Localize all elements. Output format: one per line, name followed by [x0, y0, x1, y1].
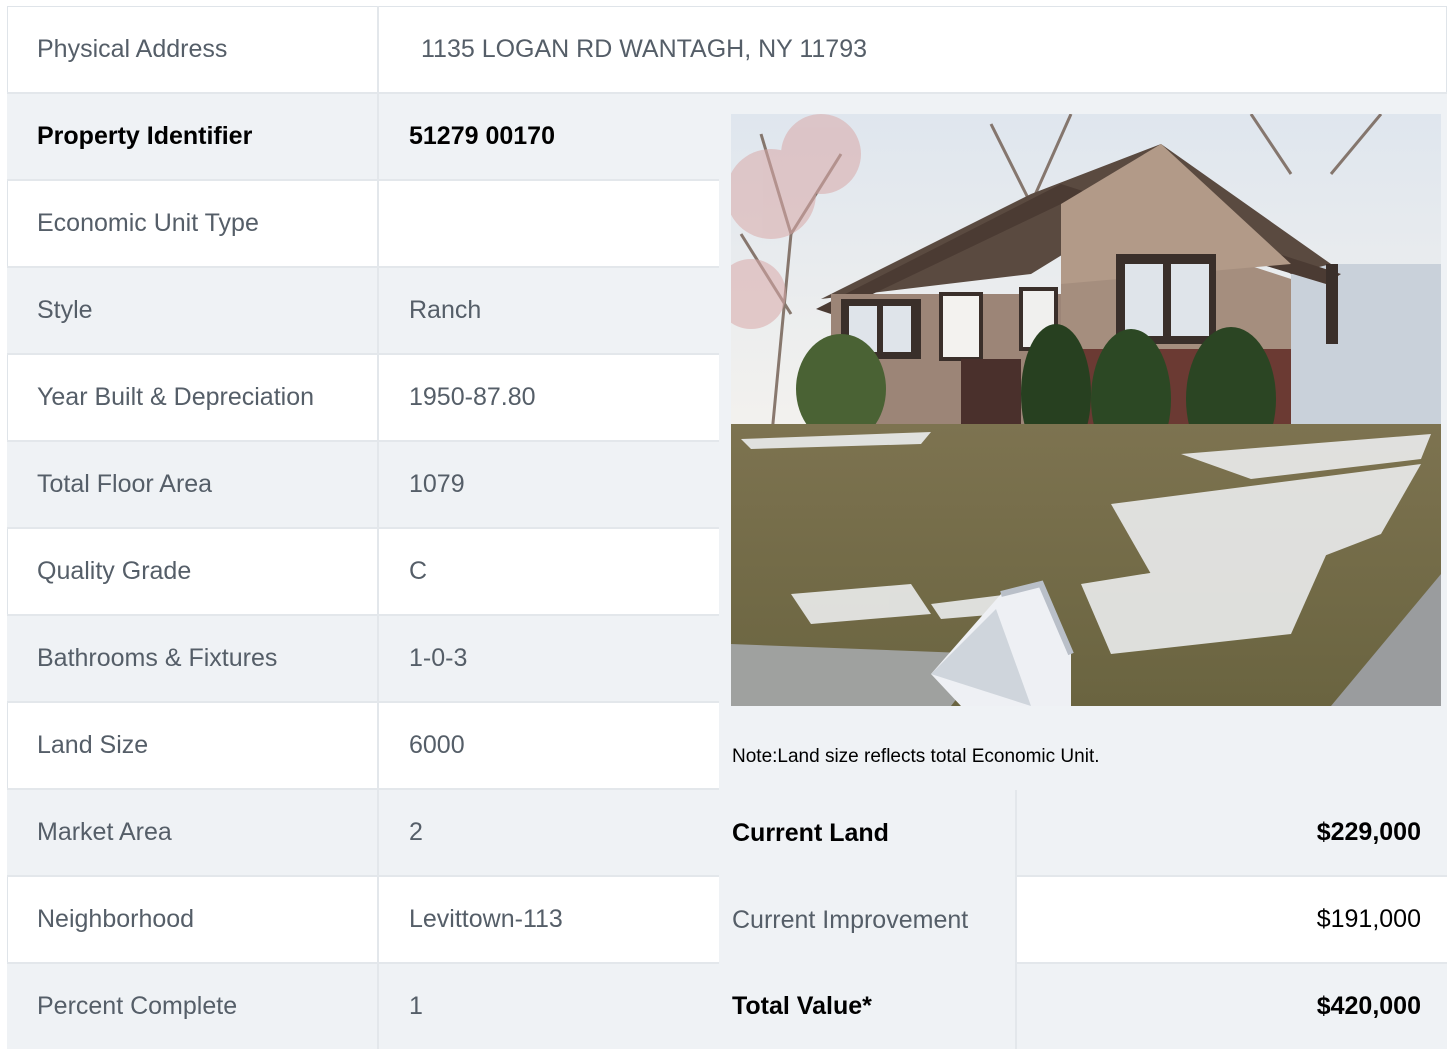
detail-value	[377, 181, 719, 266]
detail-row-neighborhood: Neighborhood Levittown-113	[7, 877, 719, 964]
detail-value: Levittown-113	[377, 877, 719, 962]
detail-label: Quality Grade	[37, 557, 192, 585]
detail-value: C	[377, 529, 719, 614]
value-label: Current Land	[732, 819, 889, 847]
address-row: Physical Address 1135 LOGAN RD WANTAGH, …	[7, 6, 1447, 94]
house-photo	[731, 114, 1441, 706]
detail-label: Bathrooms & Fixtures	[37, 644, 278, 672]
land-size-note: Note:Land size reflects total Economic U…	[732, 746, 1100, 767]
detail-label: Market Area	[37, 818, 172, 846]
detail-row-percent-complete: Percent Complete 1	[7, 964, 719, 1049]
value-label: Current Improvement	[732, 906, 969, 934]
detail-row-quality-grade: Quality Grade C	[7, 529, 719, 616]
detail-label: Total Floor Area	[37, 470, 213, 498]
detail-value: 51279 00170	[377, 94, 719, 179]
value-row-current-land: Current Land $229,000	[719, 790, 1447, 877]
detail-value: 1079	[377, 442, 719, 527]
detail-value: Ranch	[377, 268, 719, 353]
detail-label: Percent Complete	[37, 992, 238, 1020]
detail-value: 1	[377, 964, 719, 1049]
detail-label: Neighborhood	[37, 905, 195, 933]
value-row-total-value: Total Value* $420,000	[719, 964, 1447, 1049]
detail-value: 1-0-3	[377, 616, 719, 701]
detail-row-market-area: Market Area 2	[7, 790, 719, 877]
address-value: 1135 LOGAN RD WANTAGH, NY 11793	[377, 6, 1447, 92]
value-row-current-improvement: Current Improvement $191,000	[719, 877, 1447, 964]
value-amount: $191,000	[1015, 877, 1447, 964]
detail-value: 6000	[377, 703, 719, 788]
address-label: Physical Address	[37, 34, 228, 63]
detail-value: 1950-87.80	[377, 355, 719, 440]
detail-label: Year Built & Depreciation	[37, 383, 315, 411]
detail-label: Property Identifier	[37, 122, 253, 150]
detail-row-bathrooms: Bathrooms & Fixtures 1-0-3	[7, 616, 719, 703]
detail-row-economic-unit-type: Economic Unit Type	[7, 181, 719, 268]
detail-value: 2	[377, 790, 719, 875]
value-amount: $420,000	[1015, 964, 1447, 1049]
detail-row-style: Style Ranch	[7, 268, 719, 355]
detail-row-year-built: Year Built & Depreciation 1950-87.80	[7, 355, 719, 442]
detail-label: Land Size	[37, 731, 149, 759]
detail-label: Style	[37, 296, 93, 324]
detail-row-land-size: Land Size 6000	[7, 703, 719, 790]
value-label: Total Value*	[732, 992, 872, 1020]
value-amount: $229,000	[1015, 790, 1447, 877]
detail-row-property-identifier: Property Identifier 51279 00170	[7, 94, 719, 181]
house-photo-icon	[731, 114, 1441, 706]
detail-label: Economic Unit Type	[37, 209, 259, 237]
detail-row-total-floor-area: Total Floor Area 1079	[7, 442, 719, 529]
